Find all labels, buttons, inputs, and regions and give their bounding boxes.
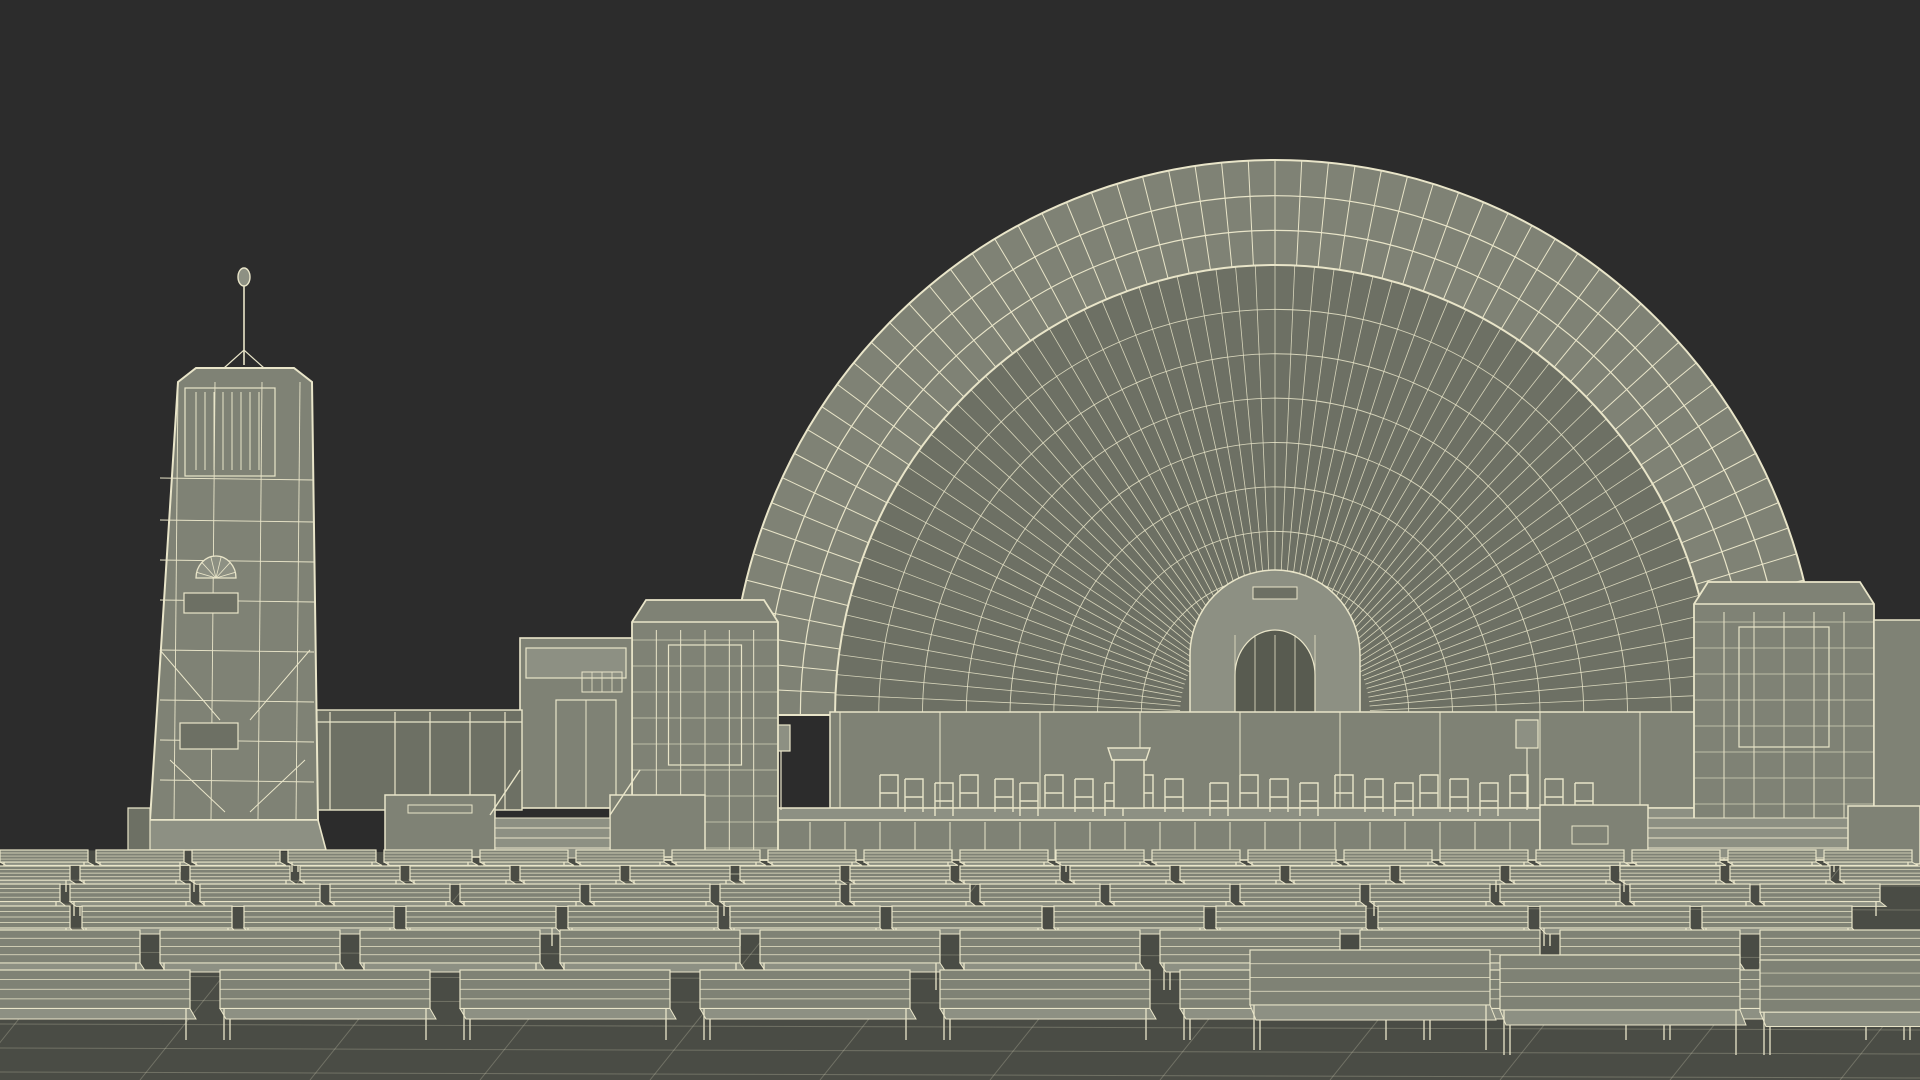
stair-step — [494, 837, 611, 849]
planter-mid — [609, 794, 706, 858]
stair-step — [1647, 827, 1849, 839]
stair-step — [494, 827, 611, 839]
bench-seat — [1535, 861, 1631, 866]
tower-plaque-lower — [179, 722, 239, 750]
bench-seat — [1249, 1004, 1497, 1021]
tower-plaque — [183, 592, 239, 614]
bench-seat — [95, 861, 191, 866]
bench-seat — [383, 861, 479, 866]
wireframe-bandshell-scene — [0, 0, 1920, 1080]
bench-seat — [1055, 861, 1151, 866]
bench-seat — [959, 861, 1055, 866]
bench-seat — [1247, 861, 1343, 866]
bench-seat — [1499, 1009, 1747, 1026]
left-annex-building — [519, 637, 633, 809]
annex-clerestory — [525, 647, 627, 679]
tower-base — [140, 819, 328, 851]
stair-step — [1647, 817, 1849, 829]
bench-seat — [459, 1008, 677, 1020]
bench-seat — [575, 861, 671, 866]
sign-board — [1515, 719, 1539, 749]
bench-seat — [1631, 861, 1727, 866]
bench-seat — [0, 861, 95, 866]
bench-seat — [671, 861, 767, 866]
stair-step — [1647, 837, 1849, 849]
antenna-finial — [237, 267, 251, 287]
bench-seat — [191, 861, 287, 866]
tower-base-step — [127, 807, 151, 851]
bench-seat — [1439, 861, 1535, 866]
bench-seat — [1823, 861, 1919, 866]
bench-seat — [863, 861, 959, 866]
bench-seat — [1151, 861, 1247, 866]
stair-step — [494, 817, 611, 829]
bench-seat — [699, 1008, 917, 1020]
bench-seat — [1343, 861, 1439, 866]
planter-left — [384, 794, 496, 858]
bench-seat — [219, 1008, 437, 1020]
podium-top — [1107, 747, 1151, 761]
podium-body — [1113, 759, 1145, 809]
bench-seat — [0, 1008, 197, 1020]
bench-seat — [939, 1008, 1157, 1020]
podium — [1107, 747, 1151, 809]
bench-seat — [287, 861, 383, 866]
bench-seat — [479, 861, 575, 866]
door-sign — [1252, 586, 1298, 600]
bench-seat — [1759, 1011, 1920, 1027]
bench-seat — [1727, 861, 1823, 866]
bench-seat — [767, 861, 863, 866]
